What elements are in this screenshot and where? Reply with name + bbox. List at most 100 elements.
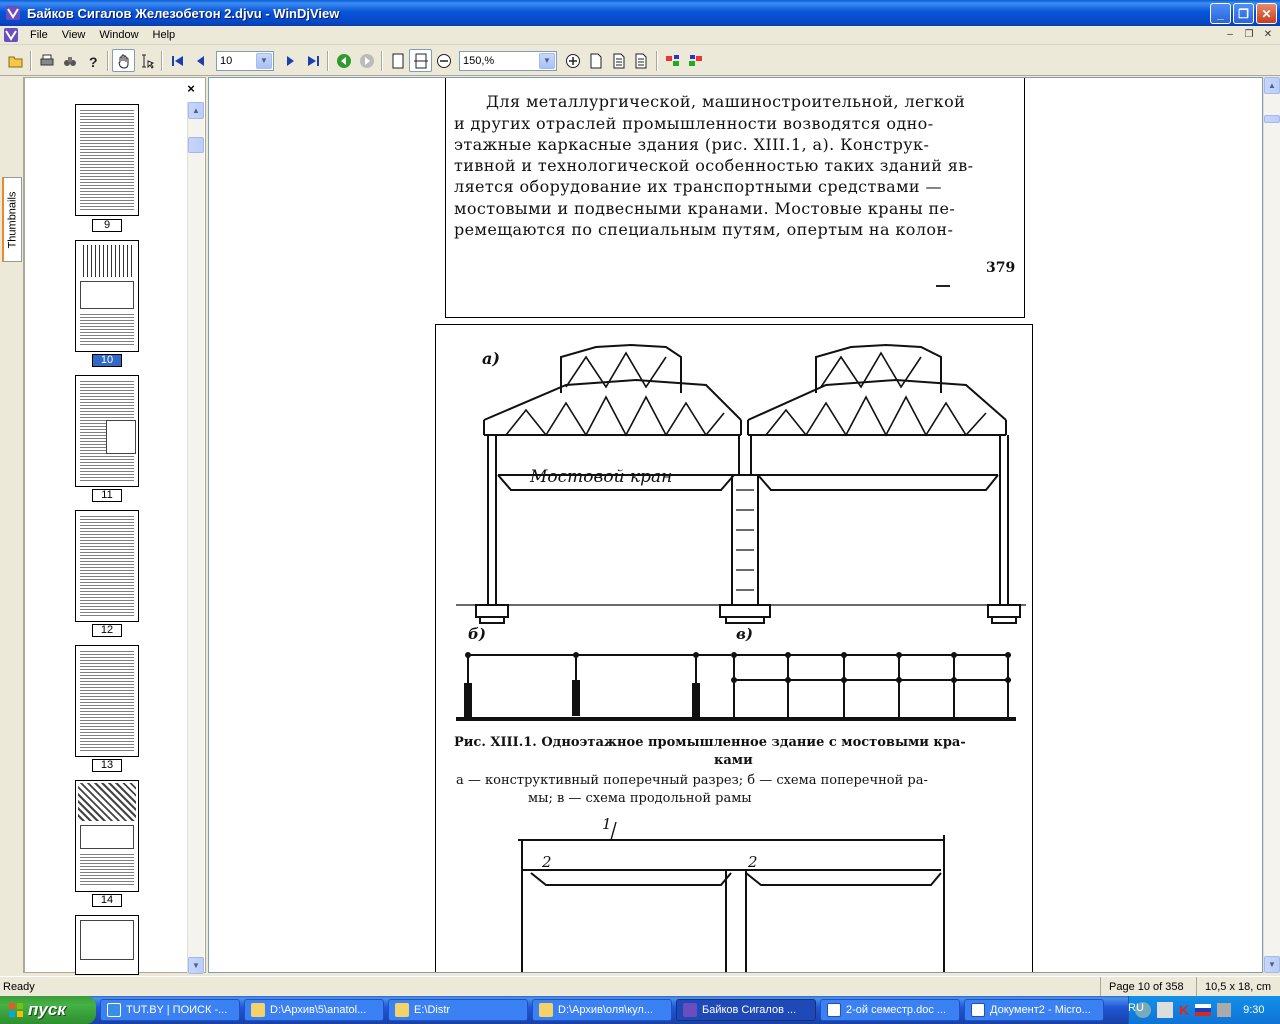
facing-button[interactable] [630,49,653,72]
first-page-button[interactable] [166,49,189,72]
menu-file[interactable]: File [23,29,55,41]
single-page-button[interactable] [584,49,607,72]
next-page-icon [286,55,294,66]
back-arrow-icon [336,53,351,68]
text-line: тивной и технологической особенностью та… [454,156,974,175]
figure-subcaption-cont: мы; в — схема продольной рамы [528,791,752,806]
thumbnail-page-12[interactable] [75,510,139,622]
scroll-up-icon[interactable]: ▲ [188,102,204,119]
thumbnail-number[interactable]: 10 [92,354,122,367]
back-button[interactable] [332,49,355,72]
thumbnail-page-13[interactable] [75,645,139,757]
thumbnail-page-11[interactable] [75,375,139,487]
title-bar: Байков Сигалов Железобетон 2.djvu - WinD… [0,0,1280,26]
minimize-button[interactable]: _ [1210,3,1231,24]
menu-help[interactable]: Help [146,29,183,41]
svg-text:?: ? [89,54,98,69]
clock[interactable]: 9:30 [1243,1004,1264,1016]
thumbnail-page-15[interactable] [75,915,139,975]
rotate-right-icon [688,54,702,66]
word-icon [827,1003,841,1017]
status-page-info: Page 10 of 358 [1100,977,1196,996]
restore-button[interactable]: ❐ [1233,3,1254,24]
hand-tool-button[interactable] [112,49,135,72]
taskbar-item[interactable]: D:\Архив\оля\кул... [532,999,672,1021]
thumbnail-number[interactable]: 9 [92,219,122,232]
close-icon[interactable]: × [183,81,199,97]
figure-label-a: а) [482,349,500,368]
find-button[interactable] [58,49,81,72]
start-button[interactable]: пуск [0,996,96,1024]
thumbnail-page-9[interactable] [75,104,139,216]
print-button[interactable] [35,49,58,72]
fit-page-button[interactable] [386,49,409,72]
hand-icon [117,54,128,69]
figure-subcaption: а — конструктивный поперечный разрез; б … [456,773,928,788]
open-button[interactable] [4,49,27,72]
taskbar-item[interactable]: TUT.BY | ПОИСК -... [100,999,240,1021]
text-line: ляется оборудование их транспортными сре… [454,177,942,196]
chevron-down-icon[interactable]: ▼ [539,52,555,69]
last-page-button[interactable] [301,49,324,72]
taskbar-item[interactable]: E:\Distr [388,999,528,1021]
scrollbar-thumb[interactable] [188,137,204,153]
continuous-button[interactable] [607,49,630,72]
binoculars-icon [63,56,76,66]
folder-open-icon [8,56,22,67]
fit-width-button[interactable] [409,49,432,72]
thumbnail-number[interactable]: 11 [92,489,122,502]
figure-callout-2: 2 [748,853,758,871]
forward-arrow-icon [359,53,374,68]
figure-caption-cont: ками [714,753,753,768]
chevron-down-icon[interactable]: ▼ [256,52,272,69]
rotate-right-button[interactable] [684,49,707,72]
taskbar-item[interactable]: Документ2 - Micro... [964,999,1104,1021]
volume-icon[interactable] [1157,1002,1173,1018]
thumbnail-page-10[interactable] [75,240,139,352]
taskbar-item-active[interactable]: Байков Сигалов ... [676,999,816,1021]
thumbnail-number[interactable]: 14 [92,894,122,907]
next-page-button[interactable] [278,49,301,72]
menu-window[interactable]: Window [92,29,145,41]
thumbnail-number[interactable]: 12 [92,624,122,637]
rotate-left-button[interactable] [661,49,684,72]
scroll-down-icon[interactable]: ▼ [1264,956,1280,973]
last-page-icon [307,55,319,66]
zoom-in-button[interactable] [561,49,584,72]
document-view[interactable]: Для металлургической, машиностроительной… [208,77,1263,973]
tray-app-icon[interactable] [1217,1003,1232,1017]
taskbar-item[interactable]: D:\Архив\5\anatol... [244,999,384,1021]
document-page-379: Для металлургической, машиностроительной… [445,78,1025,318]
zoom-out-button[interactable] [432,49,455,72]
page-combo[interactable]: ▼ [216,50,274,71]
taskbar: пуск TUT.BY | ПОИСК -... D:\Архив\5\anat… [0,996,1280,1024]
doc-close-button[interactable]: ✕ [1260,27,1276,41]
document-icon[interactable] [3,27,19,43]
system-tray: K 9:30 [1128,996,1280,1024]
tab-thumbnails[interactable]: Thumbnails [2,177,22,262]
close-button[interactable]: ✕ [1256,3,1277,24]
select-tool-button[interactable] [135,49,158,72]
doc-minimize-button[interactable]: – [1222,27,1238,41]
antivirus-icon[interactable]: K [1179,1002,1189,1018]
zoom-combo[interactable]: ▼ [459,50,557,71]
doc-restore-button[interactable]: ❐ [1241,27,1257,41]
scroll-up-icon[interactable]: ▲ [1264,77,1280,94]
flag-ru-icon[interactable] [1195,1004,1212,1016]
figure-caption: Рис. XIII.1. Одноэтажное промышленное зд… [454,735,966,750]
scrollbar-thumb[interactable] [1264,115,1280,123]
text-line: ремещаются по специальным путям, опертым… [454,220,954,239]
language-indicator[interactable]: RU [1128,1002,1144,1014]
menu-view[interactable]: View [55,29,93,41]
thumbnail-number[interactable]: 13 [92,759,122,772]
prev-page-icon [196,55,204,66]
thumbnails-scrollbar[interactable]: ▲ ▼ [187,102,204,974]
folder-icon [395,1003,409,1017]
forward-button[interactable] [355,49,378,72]
thumbnail-page-14[interactable] [75,780,139,892]
scroll-down-icon[interactable]: ▼ [188,957,204,974]
help-button[interactable]: ? [81,49,104,72]
taskbar-item[interactable]: 2-ой семестр.doc ... [820,999,960,1021]
prev-page-button[interactable] [189,49,212,72]
document-scrollbar[interactable]: ▲ ▼ [1263,77,1280,973]
